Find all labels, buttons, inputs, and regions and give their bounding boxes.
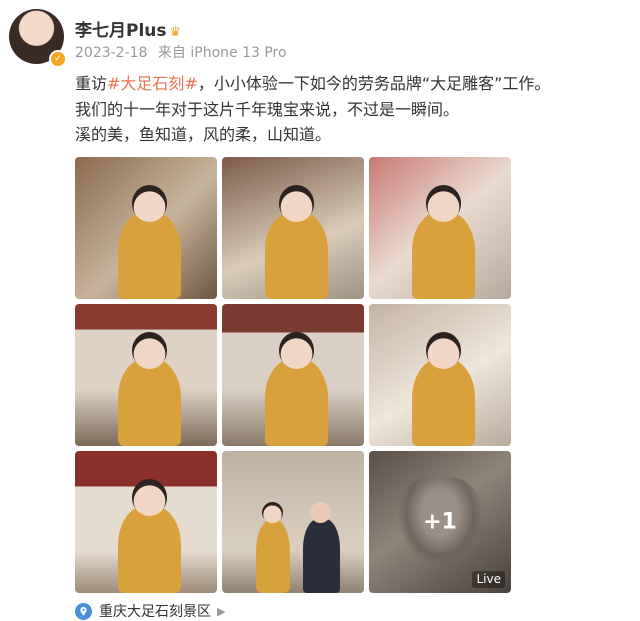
photo-4[interactable]	[75, 304, 217, 446]
live-badge: Live	[472, 571, 505, 588]
post-text: 重访#大足石刻#，小小体验一下如今的劳务品牌“大足雕客”工作。 我们的十一年对于…	[75, 71, 625, 148]
more-photos-count: +1	[423, 509, 457, 535]
photo-subject	[117, 210, 182, 299]
post-text-line-3: 溪的美，鱼知道，风的柔，山知道。	[75, 125, 332, 144]
photo-subject	[117, 357, 182, 446]
photo-subject	[411, 357, 476, 446]
crown-icon: ♛	[169, 25, 182, 40]
photo-grid: +1 Live	[75, 157, 511, 593]
text-line1-rest: ，小小体验一下如今的劳务品牌“大足雕客”工作。	[197, 74, 551, 93]
photo-second-subject	[302, 519, 340, 593]
verified-badge-icon: ✓	[49, 50, 67, 68]
photo-2[interactable]	[222, 157, 364, 299]
hashtag-link[interactable]: #大足石刻#	[107, 74, 198, 93]
location-pin-icon	[75, 602, 92, 620]
photo-1[interactable]	[75, 157, 217, 299]
photo-subject	[256, 519, 291, 593]
photo-subject	[264, 210, 329, 299]
post-source: 来自 iPhone 13 Pro	[157, 45, 287, 61]
username[interactable]: 李七月Plus ♛	[75, 16, 181, 41]
text-prefix: 重访	[75, 74, 108, 93]
post-text-line-1: 重访#大足石刻#，小小体验一下如今的劳务品牌“大足雕客”工作。	[75, 71, 625, 97]
photo-subject	[411, 210, 476, 299]
chevron-right-icon: ▶	[217, 604, 226, 618]
photo-subject	[264, 357, 329, 446]
photo-3[interactable]	[369, 157, 511, 299]
photo-6[interactable]	[369, 304, 511, 446]
username-text[interactable]: 李七月Plus	[75, 21, 167, 41]
photo-subject	[117, 504, 182, 593]
post-date[interactable]: 2023-2-18	[75, 45, 147, 61]
photo-9-more[interactable]: +1 Live	[369, 451, 511, 593]
photo-5[interactable]	[222, 304, 364, 446]
location-label[interactable]: 重庆大足石刻景区	[99, 601, 211, 621]
photo-7[interactable]	[75, 451, 217, 593]
post-meta: 2023-2-18 来自 iPhone 13 Pro	[75, 42, 287, 62]
location-tag[interactable]: 重庆大足石刻景区 ▶	[75, 601, 225, 621]
photo-8[interactable]	[222, 451, 364, 593]
post-text-line-2: 我们的十一年对于这片千年瑰宝来说，不过是一瞬间。	[75, 99, 460, 119]
